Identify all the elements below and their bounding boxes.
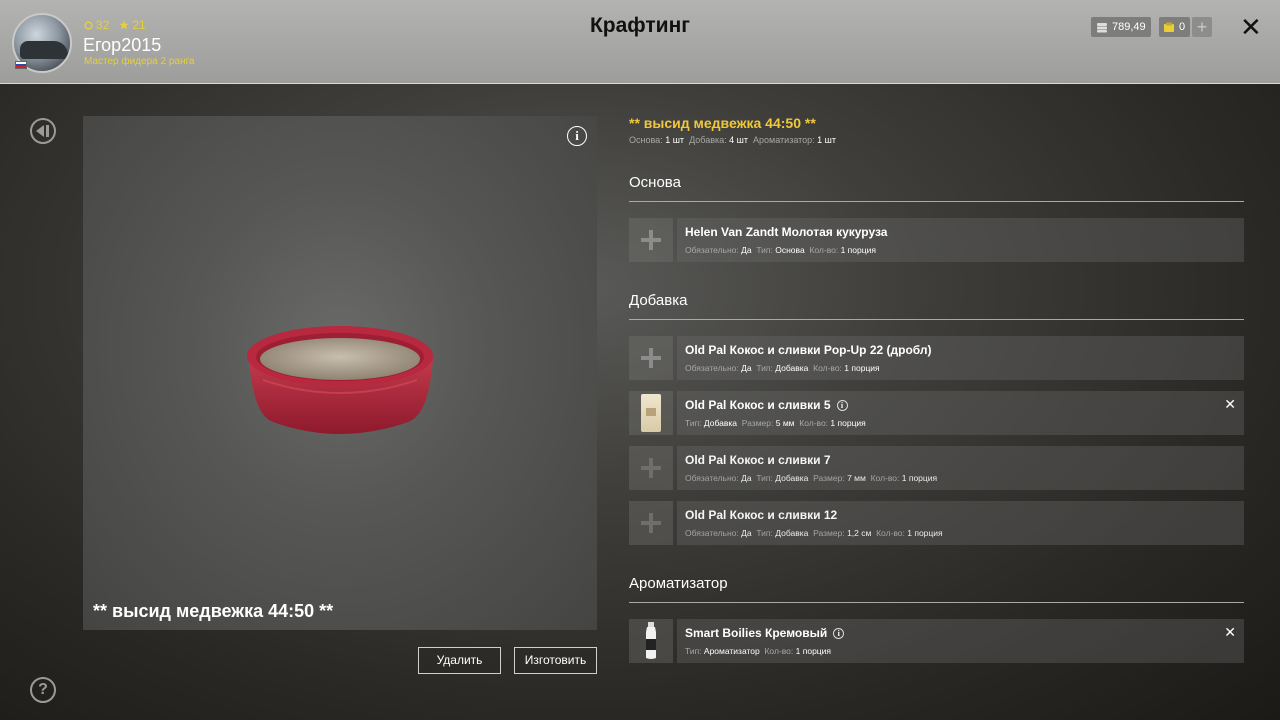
plus-icon[interactable]: [629, 336, 673, 380]
bait-bag-icon: [641, 394, 661, 432]
info-icon[interactable]: i: [833, 627, 845, 639]
bait-bowl-image: [247, 326, 433, 434]
money-balance[interactable]: 789,49: [1091, 17, 1151, 37]
top-bar: 32 21 Егор2015 Мастер фидера 2 ранга Кра…: [0, 0, 1280, 84]
section-title-base: Основа: [629, 174, 681, 191]
add-gold-button[interactable]: +: [1192, 17, 1212, 37]
craft-button[interactable]: Изготовить: [514, 647, 597, 674]
gold-value: 0: [1179, 21, 1186, 33]
ingredient-slot-base[interactable]: Helen Van Zandt Молотая кукуруза Обязате…: [629, 218, 1244, 262]
recipe-title: ** высид медвежка 44:50 **: [629, 115, 816, 131]
money-icon: [1097, 22, 1107, 32]
plus-icon[interactable]: [629, 501, 673, 545]
ingredient-meta: Обязательно: Да Тип: Основа Кол-во: 1 по…: [685, 245, 876, 255]
money-value: 789,49: [1112, 21, 1146, 33]
close-icon[interactable]: ✕: [1240, 14, 1262, 40]
ingredient-slot-additive-2[interactable]: Old Pal Кокос и сливки 5 i Тип: Добавка …: [629, 391, 1244, 435]
ingredient-slot-flavor[interactable]: Smart Boilies Кремовый i Тип: Ароматизат…: [629, 619, 1244, 663]
plus-icon[interactable]: [629, 446, 673, 490]
ingredient-name: Old Pal Кокос и сливки 12: [685, 508, 838, 522]
help-icon[interactable]: ?: [30, 677, 56, 703]
info-icon[interactable]: i: [836, 399, 848, 411]
section-title-flavor: Ароматизатор: [629, 575, 728, 592]
back-button[interactable]: [30, 118, 56, 144]
ingredient-thumbnail: [629, 619, 673, 663]
plus-icon[interactable]: [629, 218, 673, 262]
ingredient-slot-additive-1[interactable]: Old Pal Кокос и сливки Pop-Up 22 (дробл)…: [629, 336, 1244, 380]
flavor-bottle-icon: [646, 622, 656, 659]
country-flag-icon: [15, 61, 27, 69]
ingredient-slot-additive-4[interactable]: Old Pal Кокос и сливки 12 Обязательно: Д…: [629, 501, 1244, 545]
ingredient-meta: Тип: Добавка Размер: 5 мм Кол-во: 1 порц…: [685, 418, 866, 428]
ingredient-name: Smart Boilies Кремовый i: [685, 626, 845, 640]
ingredient-name: Old Pal Кокос и сливки Pop-Up 22 (дробл): [685, 343, 932, 357]
divider: [629, 602, 1244, 603]
ingredient-name: Old Pal Кокос и сливки 5 i: [685, 398, 848, 412]
player-rank: Мастер фидера 2 ранга: [84, 56, 195, 67]
ingredient-thumbnail: [629, 391, 673, 435]
info-icon[interactable]: i: [567, 126, 587, 146]
divider: [629, 201, 1244, 202]
recipe-summary: Основа: 1 шт Добавка: 4 шт Ароматизатор:…: [629, 135, 837, 145]
gold-balance[interactable]: 0: [1159, 17, 1190, 37]
ingredient-name: Old Pal Кокос и сливки 7: [685, 453, 831, 467]
ingredient-meta: Обязательно: Да Тип: Добавка Кол-во: 1 п…: [685, 363, 880, 373]
ingredient-meta: Обязательно: Да Тип: Добавка Размер: 7 м…: [685, 473, 938, 483]
ingredient-meta: Обязательно: Да Тип: Добавка Размер: 1,2…: [685, 528, 943, 538]
username: Егор2015: [83, 35, 162, 55]
remove-x-icon[interactable]: ✕: [1224, 397, 1236, 411]
divider: [629, 319, 1244, 320]
preview-recipe-name: ** высид медвежка 44:50 **: [93, 601, 334, 621]
back-arrow-icon: [36, 125, 49, 137]
gold-icon: [1164, 22, 1174, 32]
ingredient-slot-additive-3[interactable]: Old Pal Кокос и сливки 7 Обязательно: Да…: [629, 446, 1244, 490]
section-title-additive: Добавка: [629, 292, 688, 309]
ingredient-name: Helen Van Zandt Молотая кукуруза: [685, 225, 888, 239]
delete-button[interactable]: Удалить: [418, 647, 501, 674]
page-title: Крафтинг: [589, 14, 691, 37]
remove-x-icon[interactable]: ✕: [1224, 625, 1236, 639]
ingredient-meta: Тип: Ароматизатор Кол-во: 1 порция: [685, 646, 832, 656]
